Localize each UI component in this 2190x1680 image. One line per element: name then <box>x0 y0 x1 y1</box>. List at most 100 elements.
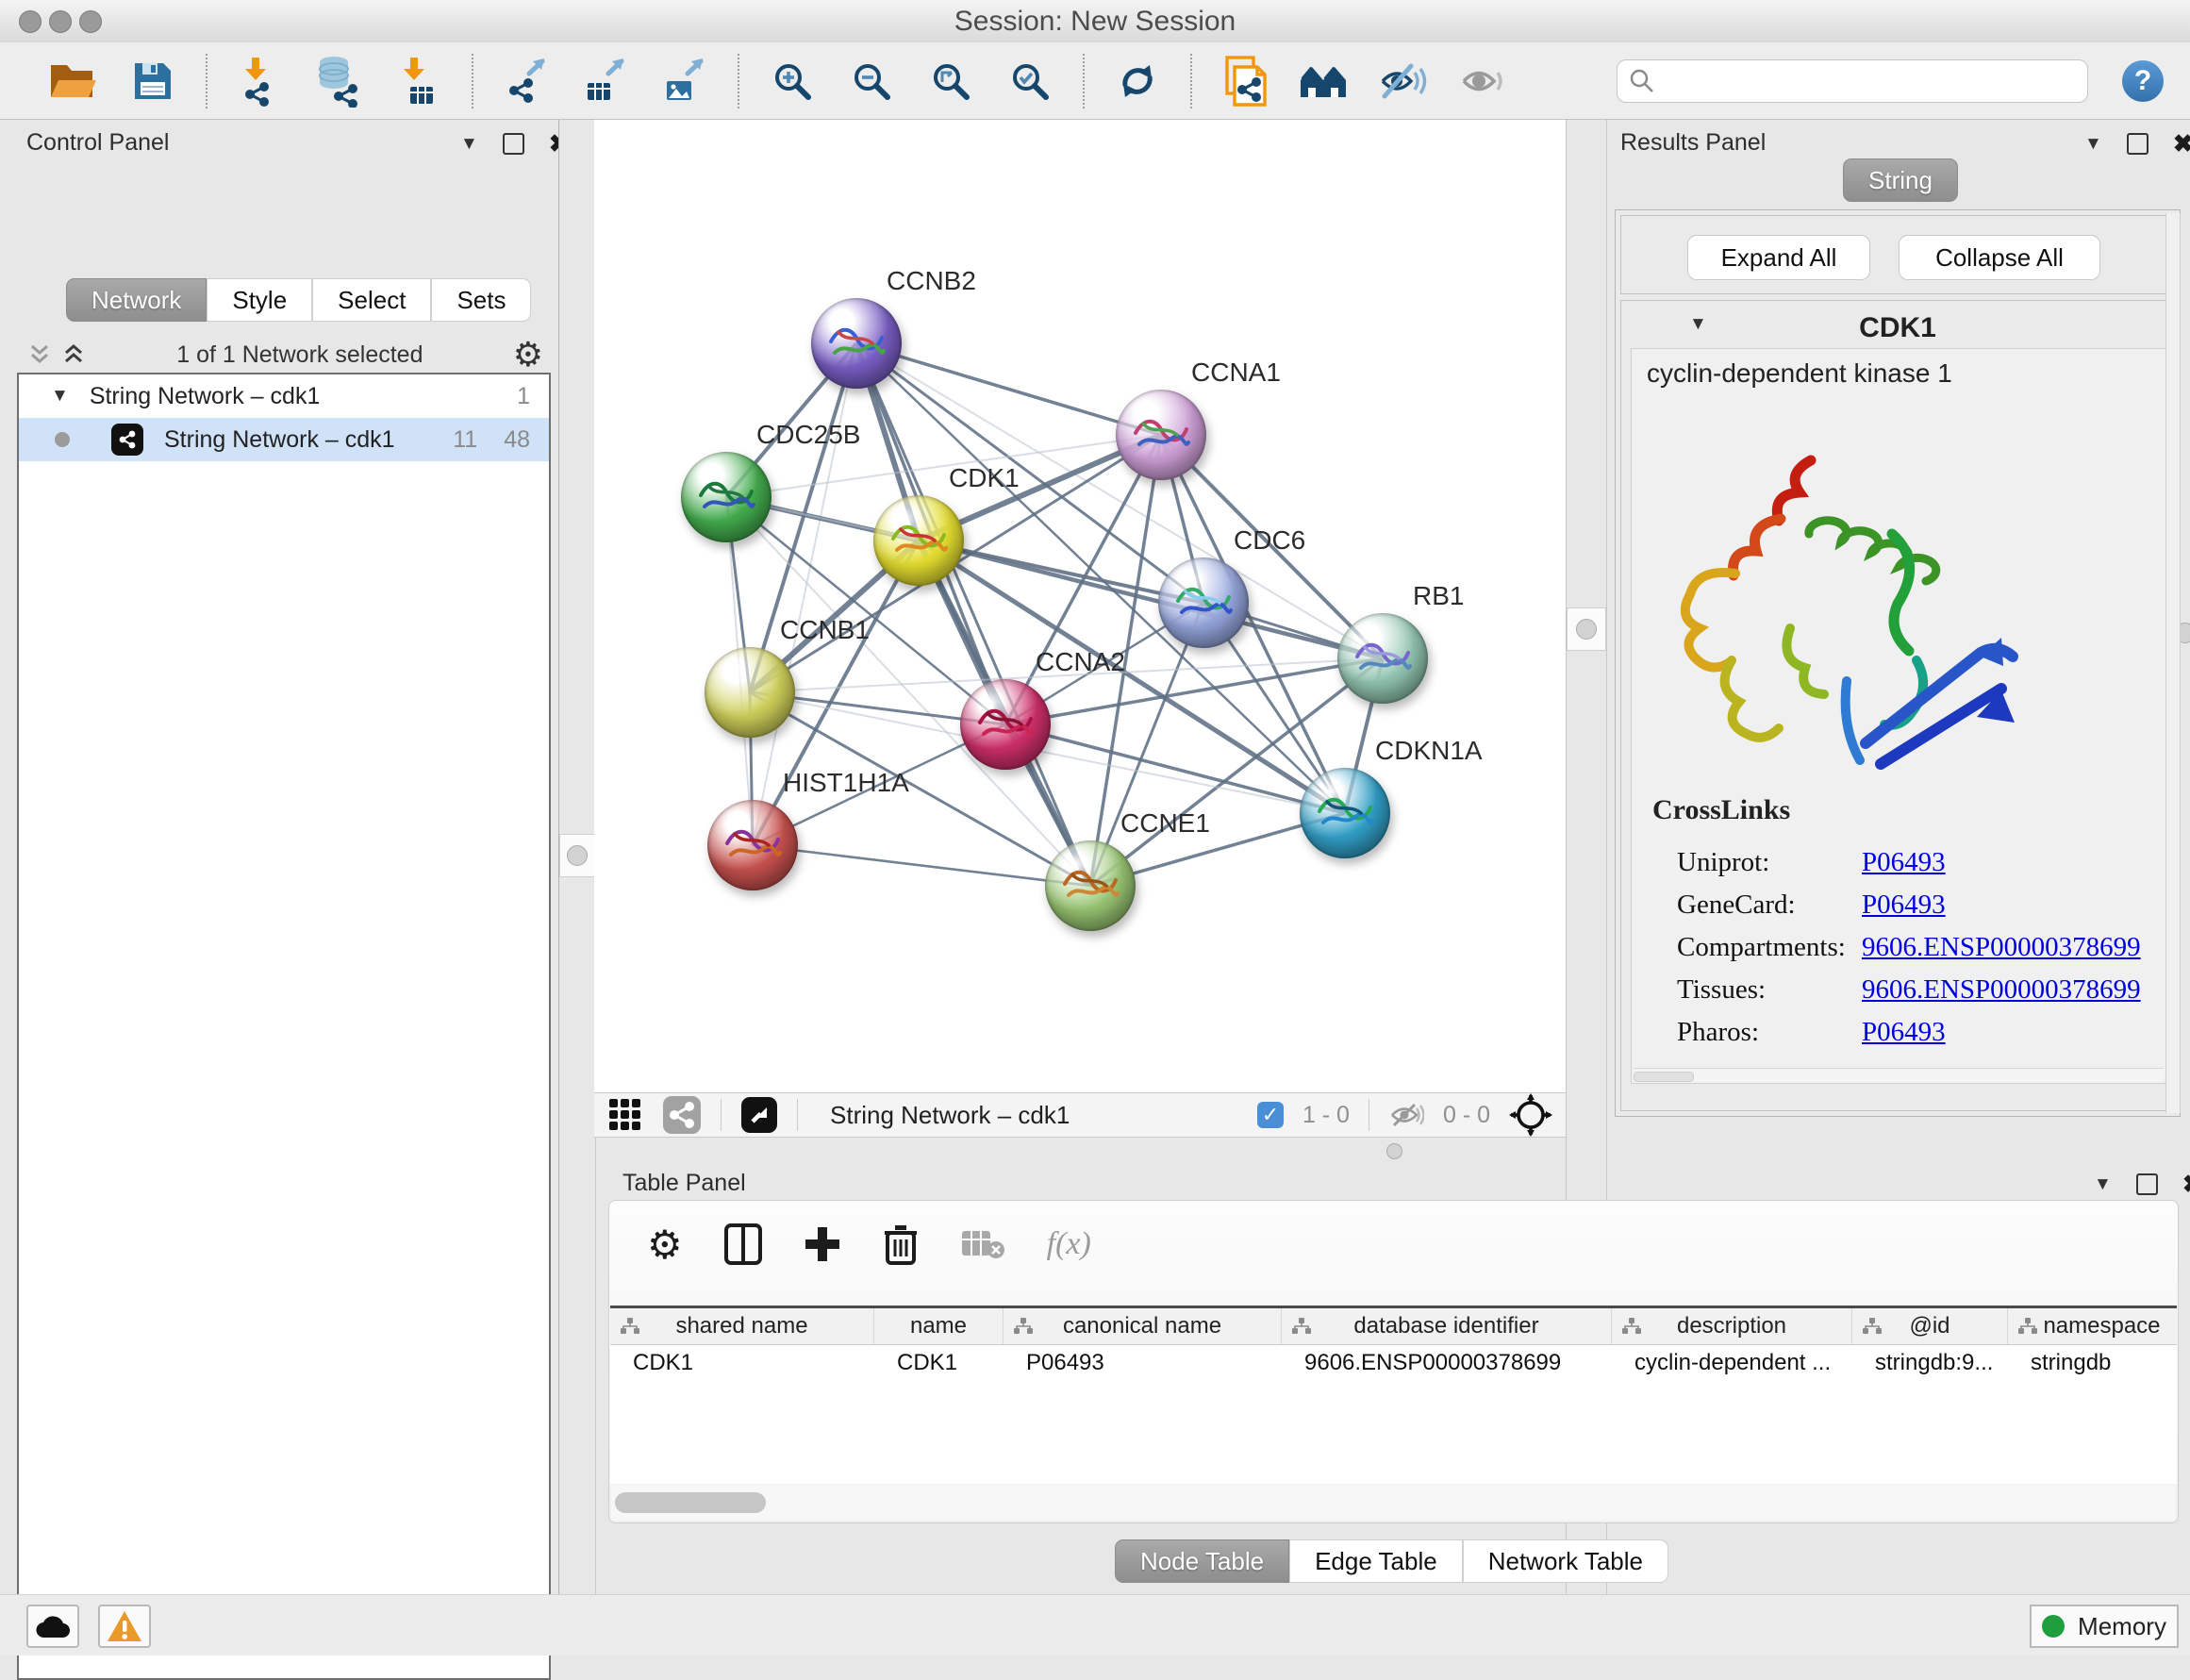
right-splitter-handle[interactable] <box>1567 607 1606 651</box>
crosshair-icon[interactable] <box>1509 1093 1552 1137</box>
entry-hscrollbar-thumb[interactable] <box>1634 1072 1694 1082</box>
network-edge[interactable] <box>856 343 1090 886</box>
tab-style[interactable]: Style <box>207 278 312 322</box>
tab-string[interactable]: String <box>1843 158 1958 202</box>
open-session-icon[interactable] <box>45 53 102 109</box>
expand-all-button[interactable]: Expand All <box>1687 235 1870 280</box>
network-edge[interactable] <box>856 343 1161 435</box>
hide-selected-icon[interactable] <box>1375 53 1432 109</box>
crosslink-link[interactable]: 9606.ENSP00000378699 <box>1862 974 2141 1006</box>
table-cell[interactable]: cyclin-dependent ... <box>1612 1344 1852 1382</box>
network-collection-row[interactable]: ▼ String Network – cdk1 1 <box>19 374 549 418</box>
grid-view-icon[interactable] <box>607 1097 643 1133</box>
panel-close-icon[interactable]: ✖ <box>2173 129 2190 158</box>
apply-layout-icon[interactable] <box>1109 53 1166 109</box>
window-close-button[interactable] <box>19 10 41 33</box>
table-cell[interactable]: 9606.ENSP00000378699 <box>1282 1344 1612 1382</box>
selected-checkbox-icon[interactable]: ✓ <box>1257 1102 1284 1128</box>
panel-collapse-icon[interactable]: ▼ <box>2094 1174 2112 1195</box>
column-header-database-identifier[interactable]: database identifier <box>1282 1308 1612 1344</box>
tab-node-table[interactable]: Node Table <box>1115 1539 1289 1583</box>
help-button[interactable]: ? <box>2122 60 2164 102</box>
window-minimize-button[interactable] <box>49 10 72 33</box>
tab-network-table[interactable]: Network Table <box>1463 1539 1668 1583</box>
column-header-namespace[interactable]: namespace <box>2008 1308 2177 1344</box>
open-in-new-window-icon[interactable] <box>740 1096 778 1134</box>
network-node-cdkn1a[interactable] <box>1300 768 1390 858</box>
horizontal-splitter-handle[interactable] <box>1386 1143 1402 1159</box>
expand-all-chevron-icon[interactable] <box>60 341 87 368</box>
results-vscrollbar[interactable] <box>2165 213 2181 1113</box>
tab-edge-table[interactable]: Edge Table <box>1289 1539 1463 1583</box>
export-network-icon[interactable] <box>498 53 555 109</box>
memory-button[interactable]: Memory <box>2030 1605 2179 1648</box>
import-network-file-icon[interactable] <box>232 53 289 109</box>
search-input[interactable] <box>1665 66 2076 95</box>
network-node-hist1h1a[interactable] <box>707 800 798 890</box>
network-node-ccnb1[interactable] <box>705 647 795 738</box>
panel-float-icon[interactable] <box>2127 133 2149 155</box>
window-zoom-button[interactable] <box>79 10 102 33</box>
warning-button[interactable] <box>98 1605 151 1648</box>
zoom-in-icon[interactable] <box>764 53 821 109</box>
network-node-cdc6[interactable] <box>1158 557 1249 648</box>
table-cell[interactable]: stringdb:9... <box>1852 1344 2008 1382</box>
panel-float-icon[interactable] <box>503 133 524 155</box>
left-splitter-handle[interactable] <box>559 834 595 877</box>
save-session-icon[interactable] <box>124 53 181 109</box>
show-columns-icon[interactable] <box>724 1223 762 1265</box>
network-view-icon[interactable] <box>662 1095 702 1135</box>
zoom-selected-icon[interactable] <box>1002 53 1058 109</box>
collapse-all-chevron-icon[interactable] <box>26 341 53 368</box>
table-settings-gear-icon[interactable]: ⚙ <box>647 1222 683 1268</box>
table-cell[interactable]: CDK1 <box>874 1344 1004 1382</box>
panel-close-icon[interactable]: ✖ <box>2182 1170 2190 1199</box>
tab-select[interactable]: Select <box>312 278 431 322</box>
panel-collapse-icon[interactable]: ▼ <box>2084 134 2102 155</box>
gear-icon[interactable]: ⚙ <box>513 335 543 374</box>
column-header-canonical-name[interactable]: canonical name <box>1004 1308 1282 1344</box>
table-cell[interactable]: stringdb <box>2008 1344 2177 1382</box>
tab-sets[interactable]: Sets <box>431 278 531 322</box>
entry-hscrollbar-track[interactable] <box>1634 1068 2164 1083</box>
home-icon[interactable] <box>1296 53 1352 109</box>
cloud-button[interactable] <box>26 1605 79 1648</box>
network-node-ccna2[interactable] <box>960 679 1051 770</box>
crosslink-link[interactable]: P06493 <box>1862 890 1946 921</box>
column-header-shared-name[interactable]: shared name <box>610 1308 874 1344</box>
column-header-description[interactable]: description <box>1612 1308 1852 1344</box>
network-node-ccnb2[interactable] <box>811 298 902 389</box>
new-network-from-selection-icon[interactable] <box>1217 53 1273 109</box>
column-header--id[interactable]: @id <box>1852 1308 2008 1344</box>
network-canvas[interactable]: CCNB2 CCNA1 CDC25B CDK1 CDC6 RB1CCNB1 <box>594 120 1566 1092</box>
crosslink-link[interactable]: P06493 <box>1862 1017 1946 1048</box>
collapse-all-button[interactable]: Collapse All <box>1899 235 2100 280</box>
network-edge[interactable] <box>753 845 1090 886</box>
import-table-file-icon[interactable] <box>390 53 447 109</box>
tab-network[interactable]: Network <box>66 278 207 322</box>
network-node-ccna1[interactable] <box>1116 390 1206 480</box>
add-column-icon[interactable] <box>804 1225 841 1263</box>
crosslink-link[interactable]: P06493 <box>1862 847 1946 878</box>
network-node-ccne1[interactable] <box>1045 840 1136 931</box>
table-hscrollbar-track[interactable] <box>611 1485 2176 1521</box>
fit-content-icon[interactable] <box>922 53 979 109</box>
show-all-icon[interactable] <box>1454 53 1511 109</box>
crosslink-link[interactable]: 9606.ENSP00000378699 <box>1862 932 2141 963</box>
table-cell[interactable]: P06493 <box>1004 1344 1282 1382</box>
panel-collapse-icon[interactable]: ▼ <box>460 134 478 155</box>
column-header-name[interactable]: name <box>874 1308 1004 1344</box>
network-row-selected[interactable]: String Network – cdk1 11 48 <box>19 418 549 461</box>
export-table-icon[interactable] <box>577 53 634 109</box>
search-field[interactable] <box>1617 59 2088 103</box>
tree-expand-icon[interactable]: ▼ <box>51 386 69 407</box>
network-edge[interactable] <box>919 541 1383 658</box>
zoom-out-icon[interactable] <box>843 53 900 109</box>
export-image-icon[interactable] <box>656 53 713 109</box>
import-network-database-icon[interactable] <box>311 53 368 109</box>
table-cell[interactable]: CDK1 <box>610 1344 874 1382</box>
network-node-cdc25b[interactable] <box>681 452 771 542</box>
delete-column-icon[interactable] <box>883 1223 919 1265</box>
panel-float-icon[interactable] <box>2136 1173 2158 1195</box>
network-node-rb1[interactable] <box>1337 613 1428 704</box>
